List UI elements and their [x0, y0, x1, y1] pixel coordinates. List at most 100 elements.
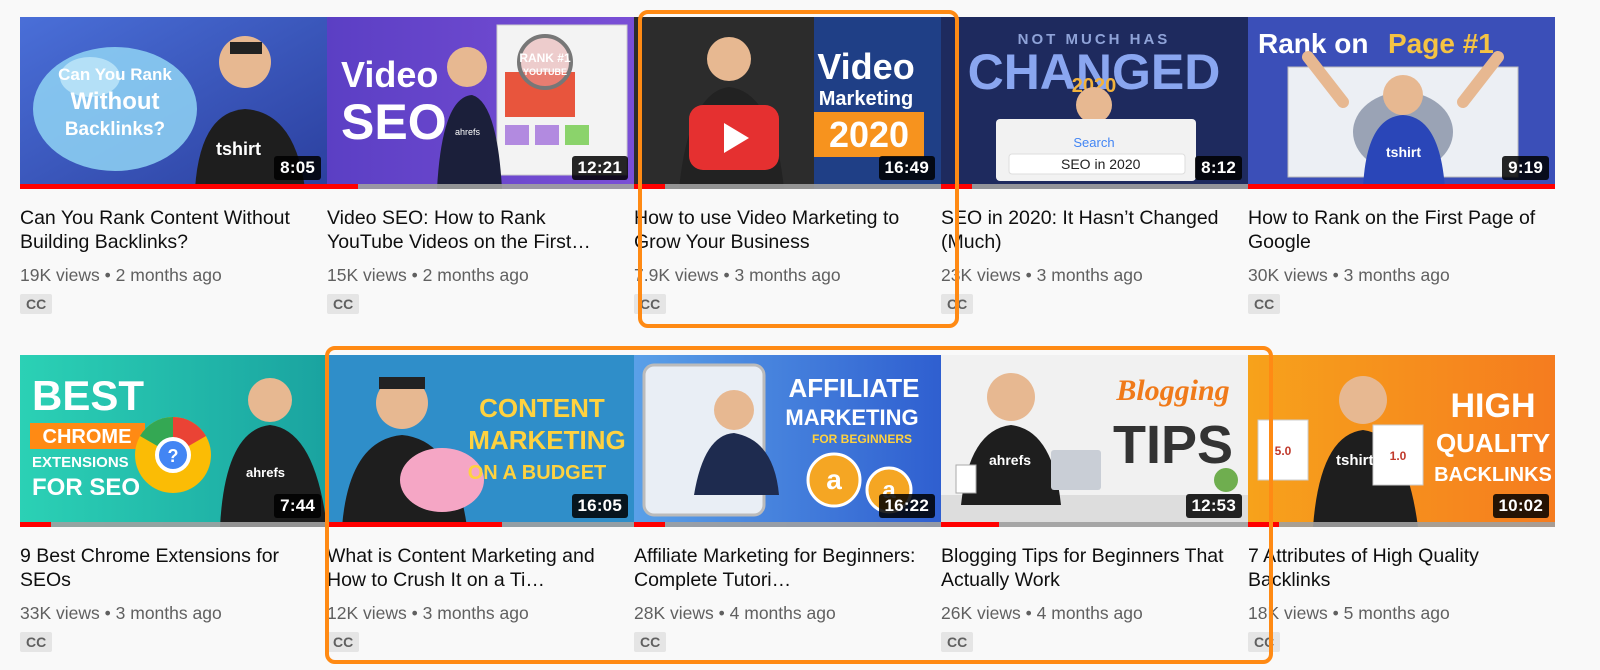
thumb-text: 5.0	[1275, 444, 1292, 458]
upload-age: 3 months ago	[422, 603, 529, 623]
video-title[interactable]: How to Rank on the First Page of Google	[1248, 206, 1548, 254]
video-title[interactable]: SEO in 2020: It Hasn’t Changed (Much)	[941, 206, 1241, 254]
video-meta: 19K views • 2 months ago	[20, 264, 327, 286]
video-meta: 15K views • 2 months ago	[327, 264, 634, 286]
shirt-text: tshirt	[216, 139, 261, 159]
thumb-text: QUALITY	[1436, 428, 1550, 458]
meta-separator: •	[723, 265, 730, 285]
video-title[interactable]: 9 Best Chrome Extensions for SEOs	[20, 544, 320, 592]
watch-progress	[20, 184, 327, 189]
view-count: 12K views	[327, 603, 407, 623]
upload-age: 3 months ago	[734, 265, 841, 285]
thumb-text: TIPS	[1113, 415, 1233, 475]
thumb-text: Page #1	[1388, 28, 1494, 59]
video-thumbnail[interactable]: NOT MUCH HAS CHANGED 2020 Search SEO in …	[941, 17, 1248, 189]
view-count: 23K views	[941, 265, 1021, 285]
shirt-text: tshirt	[1386, 144, 1421, 160]
video-card[interactable]: Video SEO RANK #1 YOUTUBE ahrefs 12:21 V…	[327, 17, 634, 314]
brand-text: ahrefs	[455, 127, 481, 137]
duration-badge: 16:49	[878, 156, 935, 180]
cc-badge: CC	[327, 632, 360, 652]
video-meta: 12K views • 3 months ago	[327, 602, 634, 624]
video-card[interactable]: Rank on Page #1 tshirt 9:19 How to Rank …	[1248, 17, 1555, 314]
svg-text:a: a	[826, 464, 842, 495]
video-title[interactable]: 7 Attributes of High Quality Backlinks	[1248, 544, 1548, 592]
video-meta: 30K views • 3 months ago	[1248, 264, 1555, 286]
duration-badge: 8:05	[274, 156, 321, 180]
thumb-text: 2020	[829, 114, 909, 155]
video-thumbnail[interactable]: tshirt 5.0 1.0 HIGH QUALITY BACKLINKS 10…	[1248, 355, 1555, 527]
cc-badge: CC	[20, 294, 53, 314]
watch-progress	[20, 522, 327, 527]
watch-progress-fill	[941, 184, 972, 189]
video-thumbnail[interactable]: CONTENT MARKETING ON A BUDGET 16:05	[327, 355, 634, 527]
thumb-text: CONTENT	[479, 393, 605, 423]
video-meta: 7.9K views • 3 months ago	[634, 264, 941, 286]
duration-badge: 7:44	[274, 494, 321, 518]
video-meta: 26K views • 4 months ago	[941, 602, 1248, 624]
video-thumbnail[interactable]: AFFILIATE MARKETING FOR BEGINNERS a a 16…	[634, 355, 941, 527]
upload-age: 5 months ago	[1343, 603, 1450, 623]
video-title[interactable]: Can You Rank Content Without Building Ba…	[20, 206, 320, 254]
meta-separator: •	[411, 603, 418, 623]
upload-age: 4 months ago	[1036, 603, 1143, 623]
watch-progress	[327, 522, 634, 527]
cc-badge: CC	[20, 632, 53, 652]
video-card[interactable]: Video Marketing 2020 16:49 How to use Vi…	[634, 17, 941, 314]
watch-progress	[327, 184, 634, 189]
thumb-text: Can You Rank	[58, 65, 172, 84]
thumb-text: RANK #1	[519, 51, 571, 65]
thumb-text: CHROME	[43, 426, 132, 448]
cc-badge: CC	[941, 294, 974, 314]
view-count: 28K views	[634, 603, 714, 623]
thumb-text: BACKLINKS	[1434, 464, 1552, 486]
meta-separator: •	[1332, 603, 1339, 623]
duration-badge: 16:05	[571, 494, 628, 518]
cc-badge: CC	[634, 294, 667, 314]
video-card[interactable]: CONTENT MARKETING ON A BUDGET 16:05 What…	[327, 355, 634, 652]
thumb-text: FOR SEO	[32, 474, 140, 501]
cc-badge: CC	[1248, 294, 1281, 314]
video-title[interactable]: Blogging Tips for Beginners That Actuall…	[941, 544, 1241, 592]
thumb-text: 1.0	[1390, 449, 1407, 463]
thumb-text: MARKETING	[785, 405, 918, 430]
video-thumbnail[interactable]: Rank on Page #1 tshirt 9:19	[1248, 17, 1555, 189]
thumb-text: YOUTUBE	[523, 67, 567, 77]
video-title[interactable]: What is Content Marketing and How to Cru…	[327, 544, 627, 592]
duration-badge: 9:19	[1502, 156, 1549, 180]
thumb-text: SEO in 2020	[1061, 156, 1141, 172]
watch-progress	[1248, 184, 1555, 189]
video-thumbnail[interactable]: BEST CHROME EXTENSIONS FOR SEO ? ahrefs …	[20, 355, 327, 527]
watch-progress-fill	[327, 184, 358, 189]
view-count: 18K views	[1248, 603, 1328, 623]
video-card[interactable]: AFFILIATE MARKETING FOR BEGINNERS a a 16…	[634, 355, 941, 652]
video-card[interactable]: Can You Rank Without Backlinks? tshirt 8…	[20, 17, 327, 314]
watch-progress-fill	[1248, 522, 1279, 527]
video-card[interactable]: BEST CHROME EXTENSIONS FOR SEO ? ahrefs …	[20, 355, 327, 652]
thumb-text: AFFILIATE	[789, 373, 920, 403]
thumb-text: Marketing	[819, 88, 913, 110]
meta-separator: •	[104, 603, 111, 623]
cc-badge: CC	[634, 632, 667, 652]
video-thumbnail[interactable]: Video Marketing 2020 16:49	[634, 17, 941, 189]
brand-text: ahrefs	[989, 452, 1031, 468]
video-title[interactable]: Video SEO: How to Rank YouTube Videos on…	[327, 206, 627, 254]
video-thumbnail[interactable]: Can You Rank Without Backlinks? tshirt 8…	[20, 17, 327, 189]
thumb-text: EXTENSIONS	[32, 454, 129, 471]
svg-text:?: ?	[168, 446, 179, 466]
view-count: 33K views	[20, 603, 100, 623]
video-card[interactable]: ahrefs Blogging TIPS 12:53 Blogging Tips…	[941, 355, 1248, 652]
thumb-text: MARKETING	[468, 425, 625, 455]
video-thumbnail[interactable]: Video SEO RANK #1 YOUTUBE ahrefs 12:21	[327, 17, 634, 189]
video-card[interactable]: tshirt 5.0 1.0 HIGH QUALITY BACKLINKS 10…	[1248, 355, 1555, 652]
video-thumbnail[interactable]: ahrefs Blogging TIPS 12:53	[941, 355, 1248, 527]
video-title[interactable]: Affiliate Marketing for Beginners: Compl…	[634, 544, 934, 592]
video-title[interactable]: How to use Video Marketing to Grow Your …	[634, 206, 934, 254]
thumb-text: Search	[1073, 135, 1114, 150]
duration-badge: 8:12	[1195, 156, 1242, 180]
video-card[interactable]: NOT MUCH HAS CHANGED 2020 Search SEO in …	[941, 17, 1248, 314]
watch-progress	[1248, 522, 1555, 527]
meta-separator: •	[411, 265, 418, 285]
cc-badge: CC	[941, 632, 974, 652]
meta-separator: •	[1332, 265, 1339, 285]
